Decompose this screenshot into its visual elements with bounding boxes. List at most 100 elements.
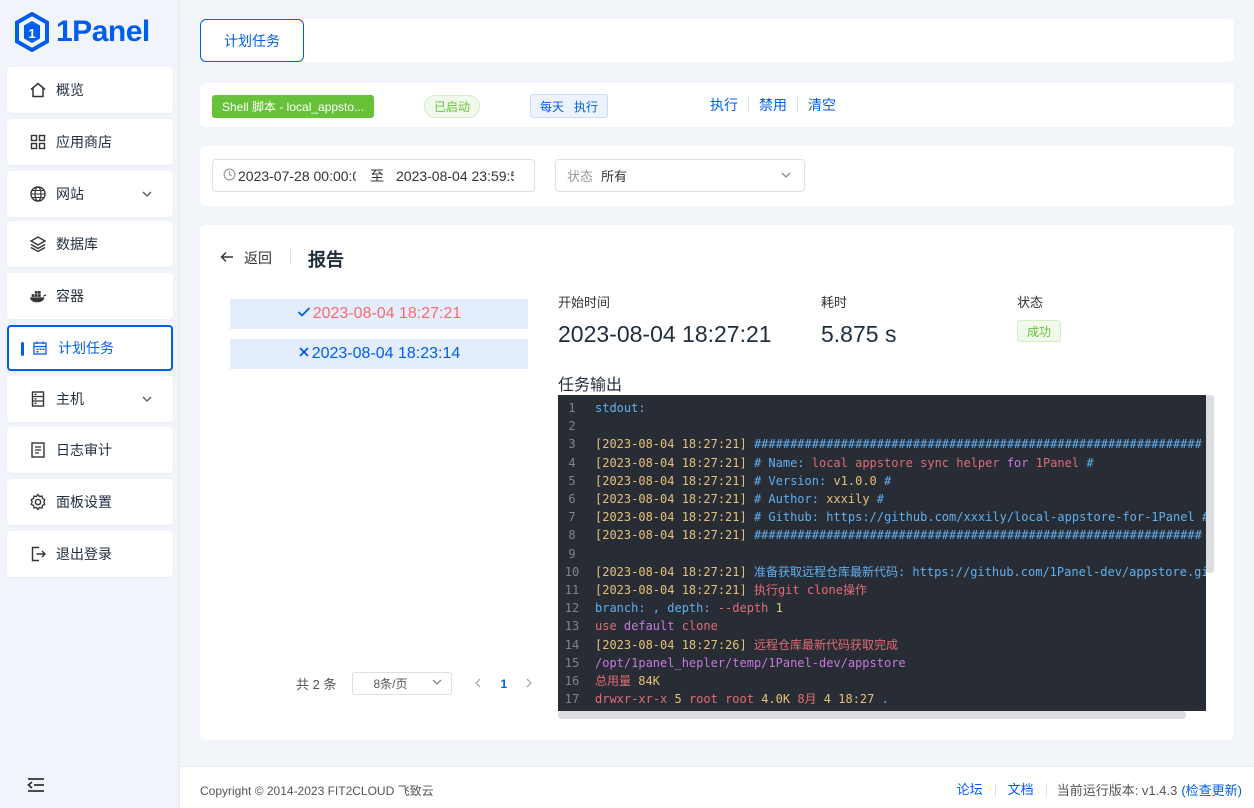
line-text: 总用量 84K xyxy=(595,674,660,688)
tab-cronjob[interactable]: 计划任务 xyxy=(200,19,304,62)
chevron-down-icon xyxy=(431,676,443,691)
line-number: 7 xyxy=(568,510,576,525)
sidebar-item-cronjob[interactable]: 计划任务 xyxy=(7,325,173,371)
page-number[interactable]: 1 xyxy=(500,677,507,691)
logo-text: 1Panel xyxy=(56,15,150,48)
clear-button[interactable]: 清空 xyxy=(797,97,846,113)
terminal-line: 12 branch: , depth: --depth 1 xyxy=(558,599,783,617)
record-time: 2023-08-04 18:23:14 xyxy=(311,345,461,362)
spec-period: 每天 xyxy=(539,99,564,114)
terminal-line: 9 xyxy=(558,545,595,563)
page-size-select[interactable]: 8条/页 xyxy=(352,672,453,695)
run-button[interactable]: 执行 xyxy=(710,97,748,113)
line-text: [2023-08-04 18:27:21] ##################… xyxy=(595,528,1202,543)
sidebar-item-audit-log[interactable]: 日志审计 xyxy=(7,427,173,473)
sidebar-item-label: 数据库 xyxy=(56,236,98,252)
line-number: 15 xyxy=(564,655,580,670)
sidebar-item-label: 网站 xyxy=(56,186,84,202)
sidebar-item-container[interactable]: 容器 xyxy=(7,273,173,319)
line-number: 5 xyxy=(568,473,576,488)
task-output-terminal[interactable]: 1 stdout: 2 3 [2023-08-04 18:27:21] ########… xyxy=(558,395,1206,711)
sidebar-item-overview[interactable]: 概览 xyxy=(7,67,173,113)
sidebar-item-logout[interactable]: 退出登录 xyxy=(7,531,173,577)
record-item[interactable]: 2023-08-04 18:27:21 xyxy=(230,299,528,329)
sidebar-item-app-store[interactable]: 应用商店 xyxy=(7,119,173,165)
chevron-left-icon[interactable] xyxy=(474,676,482,691)
line-text: branch: , depth: --depth 1 xyxy=(595,601,783,616)
logout-icon xyxy=(29,545,47,563)
task-info-bar: Shell 脚本 - local_appsto... 已启动 每天 执行 执行 … xyxy=(200,83,1234,127)
page-title: 报告 xyxy=(308,250,344,270)
copyright: Copyright © 2014-2023 FIT2CLOUD 飞致云 xyxy=(200,784,434,798)
pagination: 共 2 条 8条/页 1 xyxy=(296,672,533,695)
back-button[interactable]: 返回 xyxy=(220,248,272,268)
log-icon xyxy=(29,441,47,459)
check-update-link[interactable]: (检查更新) xyxy=(1181,780,1242,799)
line-text: [2023-08-04 18:27:21] # Author: xxxily # xyxy=(595,492,885,506)
horizontal-scrollbar[interactable] xyxy=(558,711,1186,719)
date-range-picker[interactable]: 2023-07-28 00:00:00 至 2023-08-04 23:59:5… xyxy=(212,159,535,192)
line-text: [2023-08-04 18:27:21] 准备获取远程仓库最新代码: http… xyxy=(595,564,1206,579)
disable-button[interactable]: 禁用 xyxy=(748,97,797,113)
filter-bar: 2023-07-28 00:00:00 至 2023-08-04 23:59:5… xyxy=(200,146,1234,206)
line-number: 1 xyxy=(568,401,576,415)
line-number: 12 xyxy=(564,601,580,616)
collapse-menu-icon[interactable] xyxy=(26,776,46,797)
line-number: 14 xyxy=(564,637,580,652)
sidebar-item-label: 主机 xyxy=(56,391,84,407)
line-number: 13 xyxy=(564,619,580,634)
server-icon xyxy=(29,390,47,408)
terminal-line: 5 [2023-08-04 18:27:21] # Version: v1.0.0… xyxy=(558,472,891,490)
terminal-line: 14 [2023-08-04 18:27:26] 远程仓库最新代码获取完成 xyxy=(558,636,898,654)
status-select[interactable]: 状态 所有 xyxy=(555,159,805,192)
terminal-line: 3 [2023-08-04 18:27:21] #################… xyxy=(558,435,1202,453)
line-text: drwxr-xr-x 5 root root 4.0K 8月 4 18:27 . xyxy=(595,692,889,707)
divider xyxy=(290,249,291,265)
back-label: 返回 xyxy=(244,250,272,266)
line-text: [2023-08-04 18:27:21] # Version: v1.0.0 … xyxy=(595,473,892,488)
line-number: 3 xyxy=(568,437,576,452)
chevron-down-icon xyxy=(780,169,792,184)
chevron-right-icon[interactable] xyxy=(525,676,533,691)
start-date-input[interactable]: 2023-07-28 00:00:00 xyxy=(238,168,356,184)
status-select-value: 所有 xyxy=(601,169,628,184)
terminal-line: 16 总用量 84K xyxy=(558,672,660,690)
sidebar-item-label: 退出登录 xyxy=(56,546,112,562)
docs-link[interactable]: 文档 xyxy=(996,782,1047,797)
pagination-total: 共 2 条 xyxy=(296,677,337,692)
sidebar-item-database[interactable]: 数据库 xyxy=(7,221,173,267)
page-size-value: 8条/页 xyxy=(373,677,408,691)
chevron-down-icon xyxy=(141,392,153,408)
line-text: [2023-08-04 18:27:26] 远程仓库最新代码获取完成 xyxy=(595,637,898,652)
end-date-input[interactable]: 2023-08-04 23:59:59 xyxy=(396,168,514,184)
status-badge: 成功 xyxy=(1017,320,1061,342)
line-number: 6 xyxy=(568,492,576,506)
forum-link[interactable]: 论坛 xyxy=(945,782,996,797)
chevron-down-icon xyxy=(141,187,153,203)
line-number: 11 xyxy=(564,583,580,597)
sidebar-item-label: 容器 xyxy=(56,288,84,304)
line-text: stdout: xyxy=(595,401,646,415)
line-text: [2023-08-04 18:27:21] # Github: https://… xyxy=(595,510,1206,525)
line-number: 17 xyxy=(564,692,580,707)
terminal-line: 10 [2023-08-04 18:27:21] 准备获取远程仓库最新代码: ht… xyxy=(558,563,1206,581)
svg-text:1: 1 xyxy=(28,26,35,41)
terminal-line: 8 [2023-08-04 18:27:21] #################… xyxy=(558,526,1202,544)
tab-bar: 计划任务 xyxy=(200,19,1234,62)
sidebar-item-label: 概览 xyxy=(56,82,84,98)
terminal-line: 11 [2023-08-04 18:27:21] 执行git clone操作 xyxy=(558,581,867,599)
record-item[interactable]: 2023-08-04 18:23:14 xyxy=(230,339,528,369)
logo[interactable]: 1 1Panel xyxy=(14,10,150,54)
line-number: 8 xyxy=(568,528,576,543)
grid-icon xyxy=(29,133,47,151)
sidebar-item-website[interactable]: 网站 xyxy=(7,171,173,217)
close-icon xyxy=(298,345,310,363)
sidebar-item-settings[interactable]: 面板设置 xyxy=(7,479,173,525)
status-label: 状态 xyxy=(1017,295,1044,310)
date-range-separator: 至 xyxy=(370,167,384,184)
terminal-line: 15/opt/1panel_hepler/temp/1Panel-dev/app… xyxy=(558,654,906,672)
sidebar-item-host[interactable]: 主机 xyxy=(7,376,173,422)
vertical-scrollbar[interactable] xyxy=(1206,395,1214,573)
version-text: 当前运行版本: v1.4.3 xyxy=(1056,783,1178,798)
task-status-badge: 已启动 xyxy=(424,95,480,118)
